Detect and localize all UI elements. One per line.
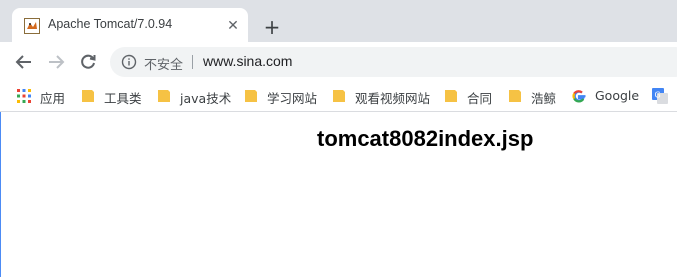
folder-icon xyxy=(443,88,459,104)
address-bar[interactable]: 不安全 www.sina.com xyxy=(110,47,677,77)
close-icon[interactable]: ✕ xyxy=(226,19,240,33)
svg-text:G: G xyxy=(655,91,661,100)
translate-icon[interactable]: G xyxy=(652,87,668,105)
forward-arrow-icon[interactable] xyxy=(47,53,65,71)
tab-strip: Apache Tomcat/7.0.94 ✕ + xyxy=(0,0,677,42)
apps-grid-icon xyxy=(16,88,32,104)
omnibox-divider xyxy=(192,55,193,69)
info-icon[interactable] xyxy=(121,54,137,70)
bookmark-label: 观看视频网站 xyxy=(355,91,431,106)
bookmarks-bar: 应用 工具类 java技术 学习网站 观看视频网站 合同 浩鲸 Google G xyxy=(0,80,677,112)
reload-icon[interactable] xyxy=(79,53,97,71)
bookmark-label: 应用 xyxy=(40,91,66,106)
bookmark-label: Google xyxy=(595,88,640,103)
url-text[interactable]: www.sina.com xyxy=(203,53,292,69)
browser-toolbar: 不安全 www.sina.com xyxy=(0,42,677,80)
tab-active[interactable]: Apache Tomcat/7.0.94 ✕ xyxy=(12,8,248,42)
security-label[interactable]: 不安全 xyxy=(144,54,183,73)
folder-icon xyxy=(243,88,259,104)
page-heading: tomcat8082index.jsp xyxy=(317,126,534,151)
bookmark-label: 合同 xyxy=(467,91,493,106)
back-arrow-icon[interactable] xyxy=(15,53,33,71)
folder-icon xyxy=(331,88,347,104)
focus-edge xyxy=(0,112,1,277)
folder-icon xyxy=(156,88,172,104)
tab-title: Apache Tomcat/7.0.94 xyxy=(48,17,173,31)
bookmark-label: 工具类 xyxy=(104,91,142,106)
bookmark-label: 浩鲸 xyxy=(531,91,557,106)
google-icon xyxy=(571,88,587,104)
bookmark-label: 学习网站 xyxy=(267,91,318,106)
bookmark-label: java技术 xyxy=(180,91,232,106)
folder-icon xyxy=(80,88,96,104)
tomcat-favicon-icon xyxy=(24,18,40,34)
page-content: tomcat8082index.jsp xyxy=(0,112,677,277)
folder-icon xyxy=(507,88,523,104)
new-tab-button[interactable]: + xyxy=(262,17,282,37)
